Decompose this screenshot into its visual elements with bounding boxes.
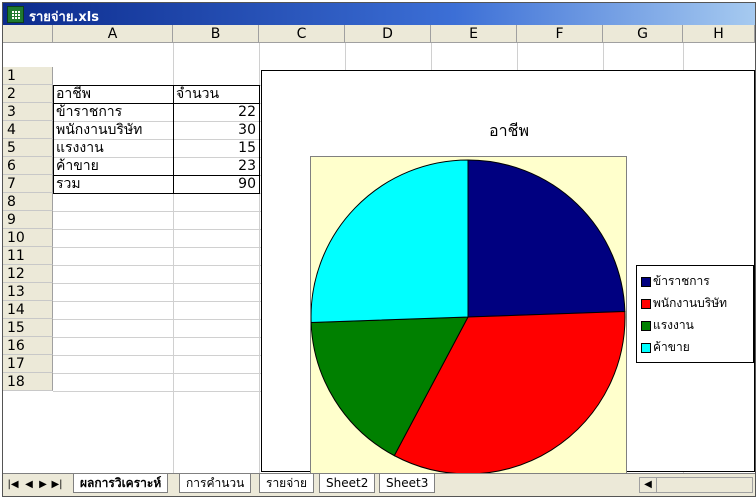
- column-header-h[interactable]: H: [683, 25, 755, 43]
- legend-swatch: [641, 320, 651, 331]
- title-bar[interactable]: รายจ่าย.xls: [3, 3, 755, 25]
- sheet-tab-bar: |◀ ◀ ▶ ▶| ผลการวิเคราะห์ การคำนวน รายจ่า…: [3, 473, 755, 496]
- row-header-3[interactable]: 3: [3, 103, 53, 121]
- column-header-a[interactable]: A: [53, 25, 173, 43]
- pie-slice-1[interactable]: [467, 159, 626, 318]
- chart-legend[interactable]: ข้าราชการ พนักงานบริษัท แรงงาน ค้าขาย: [636, 265, 754, 363]
- table-border: [53, 103, 260, 104]
- first-sheet-icon[interactable]: |◀: [7, 478, 19, 492]
- column-header-f[interactable]: F: [517, 25, 603, 43]
- last-sheet-icon[interactable]: ▶|: [51, 478, 63, 492]
- legend-swatch: [641, 276, 651, 287]
- column-header-c[interactable]: C: [259, 25, 345, 43]
- table-border: [173, 85, 260, 194]
- row-header-4[interactable]: 4: [3, 121, 53, 139]
- select-all-corner[interactable]: [3, 25, 53, 43]
- row-header-7[interactable]: 7: [3, 175, 53, 193]
- row-header-11[interactable]: 11: [3, 247, 53, 265]
- excel-workbook-icon[interactable]: [7, 6, 24, 23]
- chart-title: อาชีพ: [489, 121, 529, 140]
- row-header-15[interactable]: 15: [3, 319, 53, 337]
- row-header-10[interactable]: 10: [3, 229, 53, 247]
- legend-swatch: [641, 298, 651, 309]
- next-sheet-icon[interactable]: ▶: [37, 478, 49, 492]
- column-header-g[interactable]: G: [603, 25, 683, 43]
- sheet-tab-analysis[interactable]: ผลการวิเคราะห์: [73, 474, 169, 493]
- row-header-6[interactable]: 6: [3, 157, 53, 175]
- legend-item-1: ข้าราชการ: [641, 270, 753, 292]
- legend-item-2: พนักงานบริษัท: [641, 292, 753, 314]
- row-header-5[interactable]: 5: [3, 139, 53, 157]
- row-header-1[interactable]: 1: [3, 67, 53, 85]
- row-header-9[interactable]: 9: [3, 211, 53, 229]
- column-header-e[interactable]: E: [431, 25, 517, 43]
- row-header-17[interactable]: 17: [3, 355, 53, 373]
- sheet-tab-calculation[interactable]: การคำนวน: [179, 474, 252, 493]
- prev-sheet-icon[interactable]: ◀: [23, 478, 35, 492]
- window-title: รายจ่าย.xls: [29, 10, 99, 25]
- column-header-d[interactable]: D: [345, 25, 431, 43]
- spreadsheet-grid[interactable]: A B C D E F G H 1 2 3 4 5 6 7 8 9 10 11 …: [3, 25, 755, 476]
- pie-svg: [310, 159, 626, 475]
- legend-swatch: [641, 342, 651, 353]
- row-header-13[interactable]: 13: [3, 283, 53, 301]
- row-header-8[interactable]: 8: [3, 193, 53, 211]
- sheet-tab-sheet3[interactable]: Sheet3: [379, 474, 436, 493]
- pie-chart[interactable]: อาชีพ ข้าราชการ พนักงานบริษัท แรงงาน ค้า…: [261, 70, 755, 476]
- row-header-16[interactable]: 16: [3, 337, 53, 355]
- table-border: [53, 175, 260, 176]
- row-header-2[interactable]: 2: [3, 85, 53, 103]
- excel-window: รายจ่าย.xls A B C D E F G H 1 2 3 4 5 6 …: [2, 2, 756, 497]
- horizontal-scrollbar[interactable]: ◀: [639, 477, 753, 493]
- sheet-tab-expenses[interactable]: รายจ่าย: [259, 474, 315, 493]
- row-header-12[interactable]: 12: [3, 265, 53, 283]
- scroll-left-icon[interactable]: ◀: [640, 478, 657, 492]
- pie-slice-4[interactable]: [310, 159, 469, 323]
- legend-item-4: ค้าขาย: [641, 336, 753, 358]
- legend-label: พนักงานบริษัท: [653, 296, 728, 310]
- column-header-b[interactable]: B: [173, 25, 259, 43]
- sheet-tab-sheet2[interactable]: Sheet2: [319, 474, 376, 493]
- legend-label: ข้าราชการ: [653, 274, 710, 288]
- table-border: [53, 85, 174, 194]
- legend-item-3: แรงงาน: [641, 314, 753, 336]
- row-header-18[interactable]: 18: [3, 373, 53, 391]
- legend-label: ค้าขาย: [653, 340, 690, 354]
- row-header-14[interactable]: 14: [3, 301, 53, 319]
- legend-label: แรงงาน: [653, 318, 694, 332]
- plot-area[interactable]: [310, 156, 627, 476]
